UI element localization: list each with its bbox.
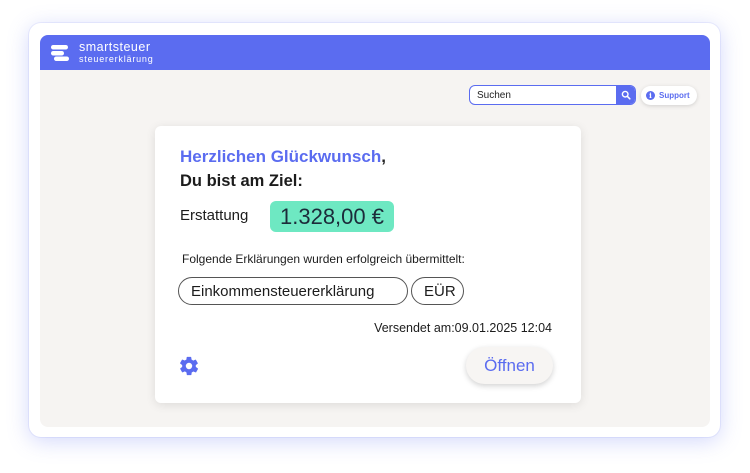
refund-label: Erstattung: [180, 207, 249, 224]
search-button[interactable]: [616, 86, 635, 104]
top-bar: smartsteuer steuererklärung: [40, 35, 710, 70]
search-input[interactable]: [470, 86, 616, 104]
open-button[interactable]: Öffnen: [466, 347, 553, 384]
goal-heading: Du bist am Ziel:: [180, 172, 303, 190]
search-bar: [469, 85, 636, 105]
sent-label: Versendet am:: [374, 321, 455, 335]
search-icon: [621, 90, 631, 100]
congrats-heading: Herzlichen Glückwunsch,: [180, 147, 386, 167]
brand-name: smartsteuer: [79, 40, 151, 55]
sent-timestamp: Versendet am:09.01.2025 12:04: [374, 321, 552, 335]
success-card: Herzlichen Glückwunsch, Du bist am Ziel:…: [155, 126, 581, 403]
brand-logo[interactable]: smartsteuer steuererklärung: [79, 41, 154, 64]
sent-datetime: 09.01.2025 12:04: [454, 321, 552, 335]
brand-subtitle: steuererklärung: [79, 53, 154, 64]
info-icon: i: [646, 91, 655, 100]
submitted-declarations-text: Folgende Erklärungen wurden erfolgreich …: [182, 252, 465, 266]
gear-icon[interactable]: [178, 355, 200, 377]
congrats-text: Herzlichen Glückwunsch: [180, 147, 382, 166]
app-window: smartsteuer steuererklärung i Support He…: [40, 35, 710, 427]
support-button[interactable]: i Support: [641, 86, 697, 105]
declaration-chip-income-tax: Einkommensteuererklärung: [178, 277, 408, 305]
smartsteuer-logo-icon: [51, 44, 69, 61]
support-label: Support: [659, 91, 690, 100]
congrats-comma: ,: [381, 147, 386, 166]
declaration-chip-eur: EÜR: [411, 277, 464, 305]
refund-amount-badge: 1.328,00 €: [270, 201, 394, 232]
